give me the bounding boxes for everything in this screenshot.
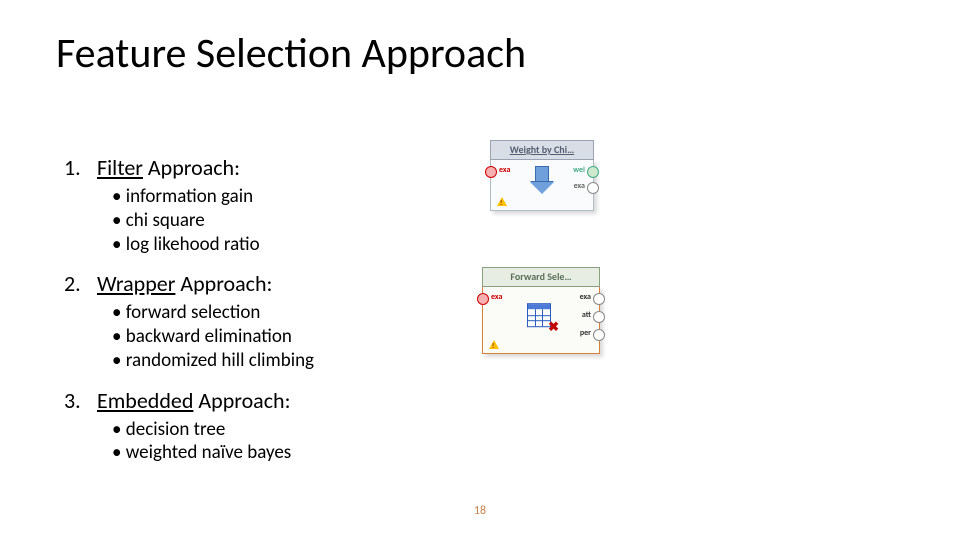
port-icon xyxy=(587,182,599,194)
port-icon xyxy=(593,293,605,305)
slide-title: Feature Selection Approach xyxy=(56,28,526,79)
arrow-down-icon xyxy=(530,166,554,194)
table-x-icon: ✖ xyxy=(527,303,555,331)
port-icon xyxy=(587,166,599,178)
operator-weight-by-chi: Weight by Chi… exa wei exa xyxy=(490,140,594,210)
approach-2-number: 2. xyxy=(64,270,92,297)
approach-2-underlined: Wrapper xyxy=(97,270,175,297)
list-item: decision tree xyxy=(112,418,584,442)
approach-1-rest: Approach: xyxy=(143,154,240,181)
approach-3-list: decision tree weighted naïve bayes xyxy=(112,418,584,466)
list-item: log likehood ratio xyxy=(112,233,584,257)
warning-icon xyxy=(497,197,507,206)
port-icon xyxy=(485,166,497,178)
approach-2-rest: Approach: xyxy=(175,270,272,297)
port-label-exa-out: exa xyxy=(580,292,591,302)
approach-3-rest: Approach: xyxy=(193,387,290,414)
port-label-exa: exa xyxy=(491,292,502,302)
warning-icon xyxy=(489,340,499,349)
port-label-wei: wei xyxy=(573,165,585,175)
operator-1-body: exa wei exa xyxy=(490,160,594,211)
port-icon xyxy=(593,329,605,341)
slide: Feature Selection Approach 1. Filter App… xyxy=(0,0,960,540)
operator-forward-selection: Forward Sele… exa exa att per ✖ xyxy=(482,267,600,353)
port-icon xyxy=(477,293,489,305)
operator-2-title: Forward Sele… xyxy=(482,267,600,287)
port-icon xyxy=(593,311,605,323)
port-label-exa: exa xyxy=(499,165,510,175)
page-number: 18 xyxy=(474,504,486,518)
port-label-att: att xyxy=(582,310,591,320)
approach-3-heading: 3. Embedded Approach: xyxy=(64,387,584,414)
operator-1-title: Weight by Chi… xyxy=(490,140,594,160)
x-icon: ✖ xyxy=(548,320,559,335)
port-label-exa-out: exa xyxy=(574,181,585,191)
approach-3-underlined: Embedded xyxy=(97,387,193,414)
operator-2-body: exa exa att per ✖ xyxy=(482,287,600,354)
list-item: weighted naïve bayes xyxy=(112,441,584,465)
approach-3-number: 3. xyxy=(64,387,92,414)
port-label-per: per xyxy=(580,328,591,338)
list-item: chi square xyxy=(112,209,584,233)
approach-1-number: 1. xyxy=(64,154,92,181)
approach-1-underlined: Filter xyxy=(97,154,143,181)
